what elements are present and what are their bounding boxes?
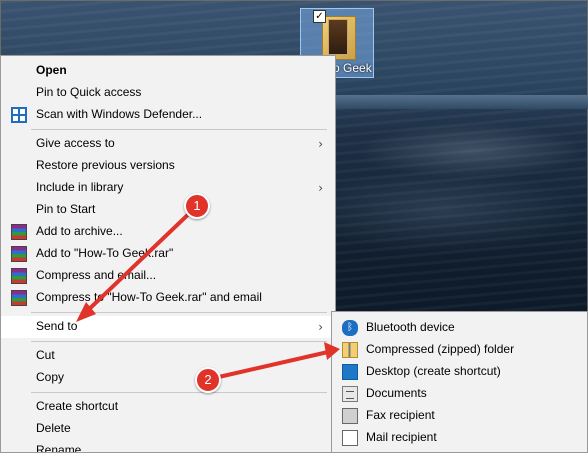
menu-item-label: Desktop (create shortcut) bbox=[366, 364, 501, 378]
menu-item-label: Compressed (zipped) folder bbox=[366, 342, 515, 356]
chevron-right-icon: › bbox=[318, 320, 323, 334]
bluetooth-icon: ᛒ bbox=[342, 320, 358, 336]
menu-item-give-access[interactable]: Give access to › bbox=[1, 133, 335, 155]
menu-separator bbox=[31, 129, 327, 130]
mail-icon bbox=[342, 430, 358, 446]
menu-item-compress-email[interactable]: Compress and email... bbox=[1, 265, 335, 287]
callout-badge-2: 2 bbox=[195, 367, 221, 393]
sea-horizon bbox=[330, 95, 588, 109]
windows-defender-icon bbox=[11, 107, 27, 123]
send-to-zip-folder[interactable]: Compressed (zipped) folder bbox=[332, 339, 587, 361]
documents-icon bbox=[342, 386, 358, 402]
menu-item-send-to[interactable]: Send to › bbox=[1, 316, 335, 338]
menu-item-label: Cut bbox=[36, 348, 55, 362]
menu-item-create-shortcut[interactable]: Create shortcut bbox=[1, 396, 335, 418]
menu-item-label: Add to "How-To Geek.rar" bbox=[36, 246, 174, 260]
winrar-icon bbox=[11, 268, 27, 284]
menu-separator bbox=[31, 392, 327, 393]
menu-item-label: Open bbox=[36, 63, 67, 77]
menu-item-label: Pin to Start bbox=[36, 202, 96, 216]
menu-item-cut[interactable]: Cut bbox=[1, 345, 335, 367]
menu-item-rename[interactable]: Rename bbox=[1, 440, 335, 453]
menu-separator bbox=[31, 341, 327, 342]
file-label[interactable]: o Geek bbox=[333, 61, 372, 75]
menu-item-label: Restore previous versions bbox=[36, 158, 175, 172]
menu-item-restore-versions[interactable]: Restore previous versions bbox=[1, 155, 335, 177]
desktop-icon bbox=[342, 364, 358, 380]
winrar-icon bbox=[11, 224, 27, 240]
send-to-desktop[interactable]: Desktop (create shortcut) bbox=[332, 361, 587, 383]
menu-item-label: Bluetooth device bbox=[366, 320, 455, 334]
file-selection-checkbox[interactable]: ✓ bbox=[313, 10, 326, 23]
book-cover-thumbnail bbox=[328, 19, 348, 55]
send-to-documents[interactable]: Documents bbox=[332, 383, 587, 405]
menu-item-scan-defender[interactable]: Scan with Windows Defender... bbox=[1, 104, 335, 126]
menu-item-label: Compress and email... bbox=[36, 268, 157, 282]
zip-folder-icon bbox=[342, 342, 358, 358]
send-to-mail[interactable]: Mail recipient bbox=[332, 427, 587, 449]
send-to-bluetooth[interactable]: ᛒ Bluetooth device bbox=[332, 317, 587, 339]
menu-item-label: Documents bbox=[366, 386, 427, 400]
fax-icon bbox=[342, 408, 358, 424]
menu-item-label: Fax recipient bbox=[366, 408, 435, 422]
menu-item-add-archive[interactable]: Add to archive... bbox=[1, 221, 335, 243]
send-to-submenu: ᛒ Bluetooth device Compressed (zipped) f… bbox=[331, 311, 588, 453]
menu-item-include-library[interactable]: Include in library › bbox=[1, 177, 335, 199]
menu-item-label: Give access to bbox=[36, 136, 115, 150]
send-to-fax[interactable]: Fax recipient bbox=[332, 405, 587, 427]
menu-item-label: Mail recipient bbox=[366, 430, 437, 444]
menu-item-add-rar[interactable]: Add to "How-To Geek.rar" bbox=[1, 243, 335, 265]
context-menu: Open Pin to Quick access Scan with Windo… bbox=[0, 55, 336, 453]
menu-item-label: Rename bbox=[36, 443, 82, 453]
menu-item-copy[interactable]: Copy bbox=[1, 367, 335, 389]
menu-item-pin-quick-access[interactable]: Pin to Quick access bbox=[1, 82, 335, 104]
menu-item-compress-rar-email[interactable]: Compress to "How-To Geek.rar" and email bbox=[1, 287, 335, 309]
menu-item-label: Send to bbox=[36, 319, 78, 333]
menu-item-label: Copy bbox=[36, 370, 65, 384]
menu-item-open[interactable]: Open bbox=[1, 60, 335, 82]
menu-item-label: Delete bbox=[36, 421, 71, 435]
menu-item-label: Compress to "How-To Geek.rar" and email bbox=[36, 290, 262, 304]
chevron-right-icon: › bbox=[318, 137, 323, 151]
winrar-icon bbox=[11, 290, 27, 306]
menu-item-pin-start[interactable]: Pin to Start bbox=[1, 199, 335, 221]
menu-item-label: Add to archive... bbox=[36, 224, 123, 238]
menu-item-label: Pin to Quick access bbox=[36, 85, 142, 99]
menu-item-delete[interactable]: Delete bbox=[1, 418, 335, 440]
chevron-right-icon: › bbox=[318, 181, 323, 195]
menu-item-label: Scan with Windows Defender... bbox=[36, 107, 203, 121]
winrar-icon bbox=[11, 246, 27, 262]
menu-item-label: Create shortcut bbox=[36, 399, 119, 413]
callout-badge-1: 1 bbox=[184, 193, 210, 219]
menu-separator bbox=[31, 312, 327, 313]
menu-item-label: Include in library bbox=[36, 180, 124, 194]
